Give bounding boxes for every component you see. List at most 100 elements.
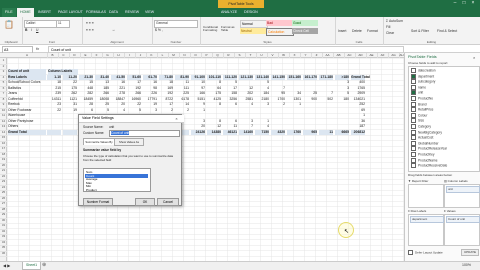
checkbox-icon[interactable] (411, 73, 416, 79)
checkbox-icon[interactable] (411, 84, 416, 90)
checkbox-icon[interactable] (411, 135, 416, 141)
clear-button[interactable]: Clear (386, 31, 394, 35)
checkbox-icon[interactable] (411, 157, 416, 163)
pivot-grand-total-cell[interactable]: 11 (319, 129, 333, 135)
tab-insert[interactable]: INSERT (35, 8, 54, 17)
columns-area-item[interactable]: unit (446, 186, 480, 193)
delete-cells-button[interactable]: Delete (352, 29, 362, 33)
checkbox-icon[interactable] (411, 112, 416, 118)
tab-review[interactable]: REVIEW (122, 8, 142, 17)
find-select-button[interactable]: Find & Select (437, 29, 457, 33)
custom-name-input[interactable]: Count of unit (109, 130, 180, 137)
pane-close-icon[interactable]: × (473, 55, 475, 60)
pivot-grand-total-cell[interactable]: 965 (303, 129, 317, 135)
dialog-close-icon[interactable]: × (173, 116, 180, 121)
format-cells-button[interactable]: Format (367, 29, 378, 33)
checkbox-icon[interactable] (411, 68, 416, 73)
values-area[interactable]: Count of unit (444, 214, 480, 246)
tab-design[interactable]: DESIGN (241, 8, 261, 17)
fx-icon[interactable]: fx (36, 46, 39, 51)
italic-icon[interactable]: I (31, 28, 32, 32)
add-sheet-icon[interactable]: ⊕ (42, 262, 46, 268)
filters-area[interactable] (408, 184, 444, 208)
columns-area[interactable]: unit (444, 184, 480, 208)
pivot-grand-total-cell[interactable] (47, 129, 61, 135)
checkbox-icon[interactable] (411, 163, 416, 169)
style-bad[interactable]: Bad (266, 20, 292, 26)
pivot-grand-total-cell[interactable]: 14160 (239, 129, 253, 135)
fill-button[interactable]: Fill (386, 25, 390, 29)
checkbox-icon[interactable] (411, 129, 416, 135)
checkbox-icon[interactable] (411, 79, 416, 85)
align-icon[interactable]: ≡ ≡ ≡ (86, 21, 94, 25)
field-checkbox[interactable]: subcategory (411, 79, 435, 85)
field-checkbox[interactable]: NewBigCategory (411, 129, 442, 135)
center-icon[interactable]: ≡ ≡ ≡ (86, 28, 94, 32)
tab-data[interactable]: DATA (106, 8, 121, 17)
pivot-grand-total-cell[interactable]: 6665 (335, 129, 349, 135)
insert-cells-button[interactable]: Insert (338, 29, 346, 33)
rows-area-item[interactable]: department (410, 216, 444, 223)
pivot-grand-total-label[interactable]: Grand Total (8, 129, 46, 135)
field-checkbox[interactable]: ActualCost (411, 135, 433, 141)
sheet-nav-icon[interactable]: ◀ ▶ (3, 263, 10, 268)
checkbox-icon[interactable] (411, 118, 416, 124)
calculation-list[interactable]: Sum Count Average Max Min Product (83, 168, 151, 192)
font-size-select[interactable]: 11 (56, 20, 70, 28)
sort-filter-button[interactable]: Sort & Filter (411, 29, 429, 33)
checkbox-icon[interactable] (411, 124, 416, 129)
row-header-cell[interactable]: 36 (0, 251, 7, 257)
pivot-grand-total-cell[interactable]: 1760 (287, 129, 301, 135)
percent-icon[interactable]: $ % , (155, 28, 163, 32)
field-checkbox[interactable]: Size (411, 118, 424, 124)
field-checkbox[interactable]: ProductKey (411, 152, 434, 157)
style-calculation[interactable]: Calculation (266, 28, 294, 36)
maximize-icon[interactable]: □ (461, 1, 467, 6)
pivot-grand-total-cell[interactable]: 206812 (351, 129, 365, 135)
field-checkbox[interactable]: datecreation (411, 68, 436, 73)
tab-show-values-as[interactable]: Show Values As (114, 138, 144, 146)
merge-icon[interactable]: ⇔ (112, 28, 115, 32)
tab-file[interactable]: FILE (2, 8, 16, 17)
minimize-icon[interactable]: – (452, 1, 458, 6)
paste-icon[interactable]: 📋 (4, 20, 14, 29)
style-check-cell[interactable]: Check Cell (292, 28, 318, 34)
checkbox-icon[interactable] (411, 90, 416, 96)
field-checkbox[interactable]: ProductName (411, 157, 438, 163)
style-normal[interactable]: Normal (240, 20, 268, 28)
rows-area[interactable]: department (408, 214, 444, 246)
tab-view[interactable]: VIEW (142, 8, 157, 17)
pivot-grand-total-cell[interactable]: 46121 (223, 129, 237, 135)
tab-summarize-values[interactable]: Summarize Values By (83, 138, 115, 145)
pivot-grand-total-cell[interactable] (63, 129, 77, 135)
font-name-select[interactable]: Calibri (24, 20, 58, 28)
checkbox-icon[interactable] (411, 107, 416, 113)
number-format-button[interactable]: Number Format (83, 198, 113, 206)
field-checkbox[interactable]: ProductReceiveDate (411, 163, 447, 169)
checkbox-icon[interactable] (411, 140, 416, 146)
pivot-grand-total-cell[interactable]: 24126 (191, 129, 205, 135)
tab-home[interactable]: HOME (17, 8, 34, 17)
defer-layout-checkbox[interactable]: Defer Layout Update (408, 250, 443, 255)
tab-analyze[interactable]: ANALYZE (218, 8, 240, 17)
number-format-select[interactable]: General (154, 20, 198, 28)
field-checkbox[interactable]: ProductReleaseYear (411, 146, 447, 152)
update-button[interactable]: UPDATE (461, 249, 479, 256)
checkbox-icon[interactable] (411, 146, 416, 152)
close-icon[interactable]: × (470, 1, 476, 6)
checkbox-icon[interactable] (411, 96, 416, 101)
field-list[interactable]: datecreation department subcategory name uni… (408, 66, 480, 172)
sheet-tab[interactable]: Sheet1 (22, 262, 42, 270)
checkbox-icon[interactable] (411, 152, 416, 157)
autosum-button[interactable]: Σ AutoSum (386, 19, 403, 23)
field-checkbox[interactable]: ProductNo (411, 96, 433, 101)
format-as-table-button[interactable]: Format as Table (221, 25, 235, 33)
ok-button[interactable]: OK (135, 198, 155, 206)
style-good[interactable]: Good (292, 20, 318, 26)
field-checkbox[interactable]: unit (411, 90, 423, 96)
underline-icon[interactable]: U (36, 28, 38, 32)
pivot-grand-total-cell[interactable]: 7150 (255, 129, 269, 135)
checkbox-icon[interactable] (411, 101, 416, 107)
field-checkbox[interactable]: GlobalNumber (411, 140, 439, 146)
style-neutral[interactable]: Neutral (240, 28, 266, 34)
